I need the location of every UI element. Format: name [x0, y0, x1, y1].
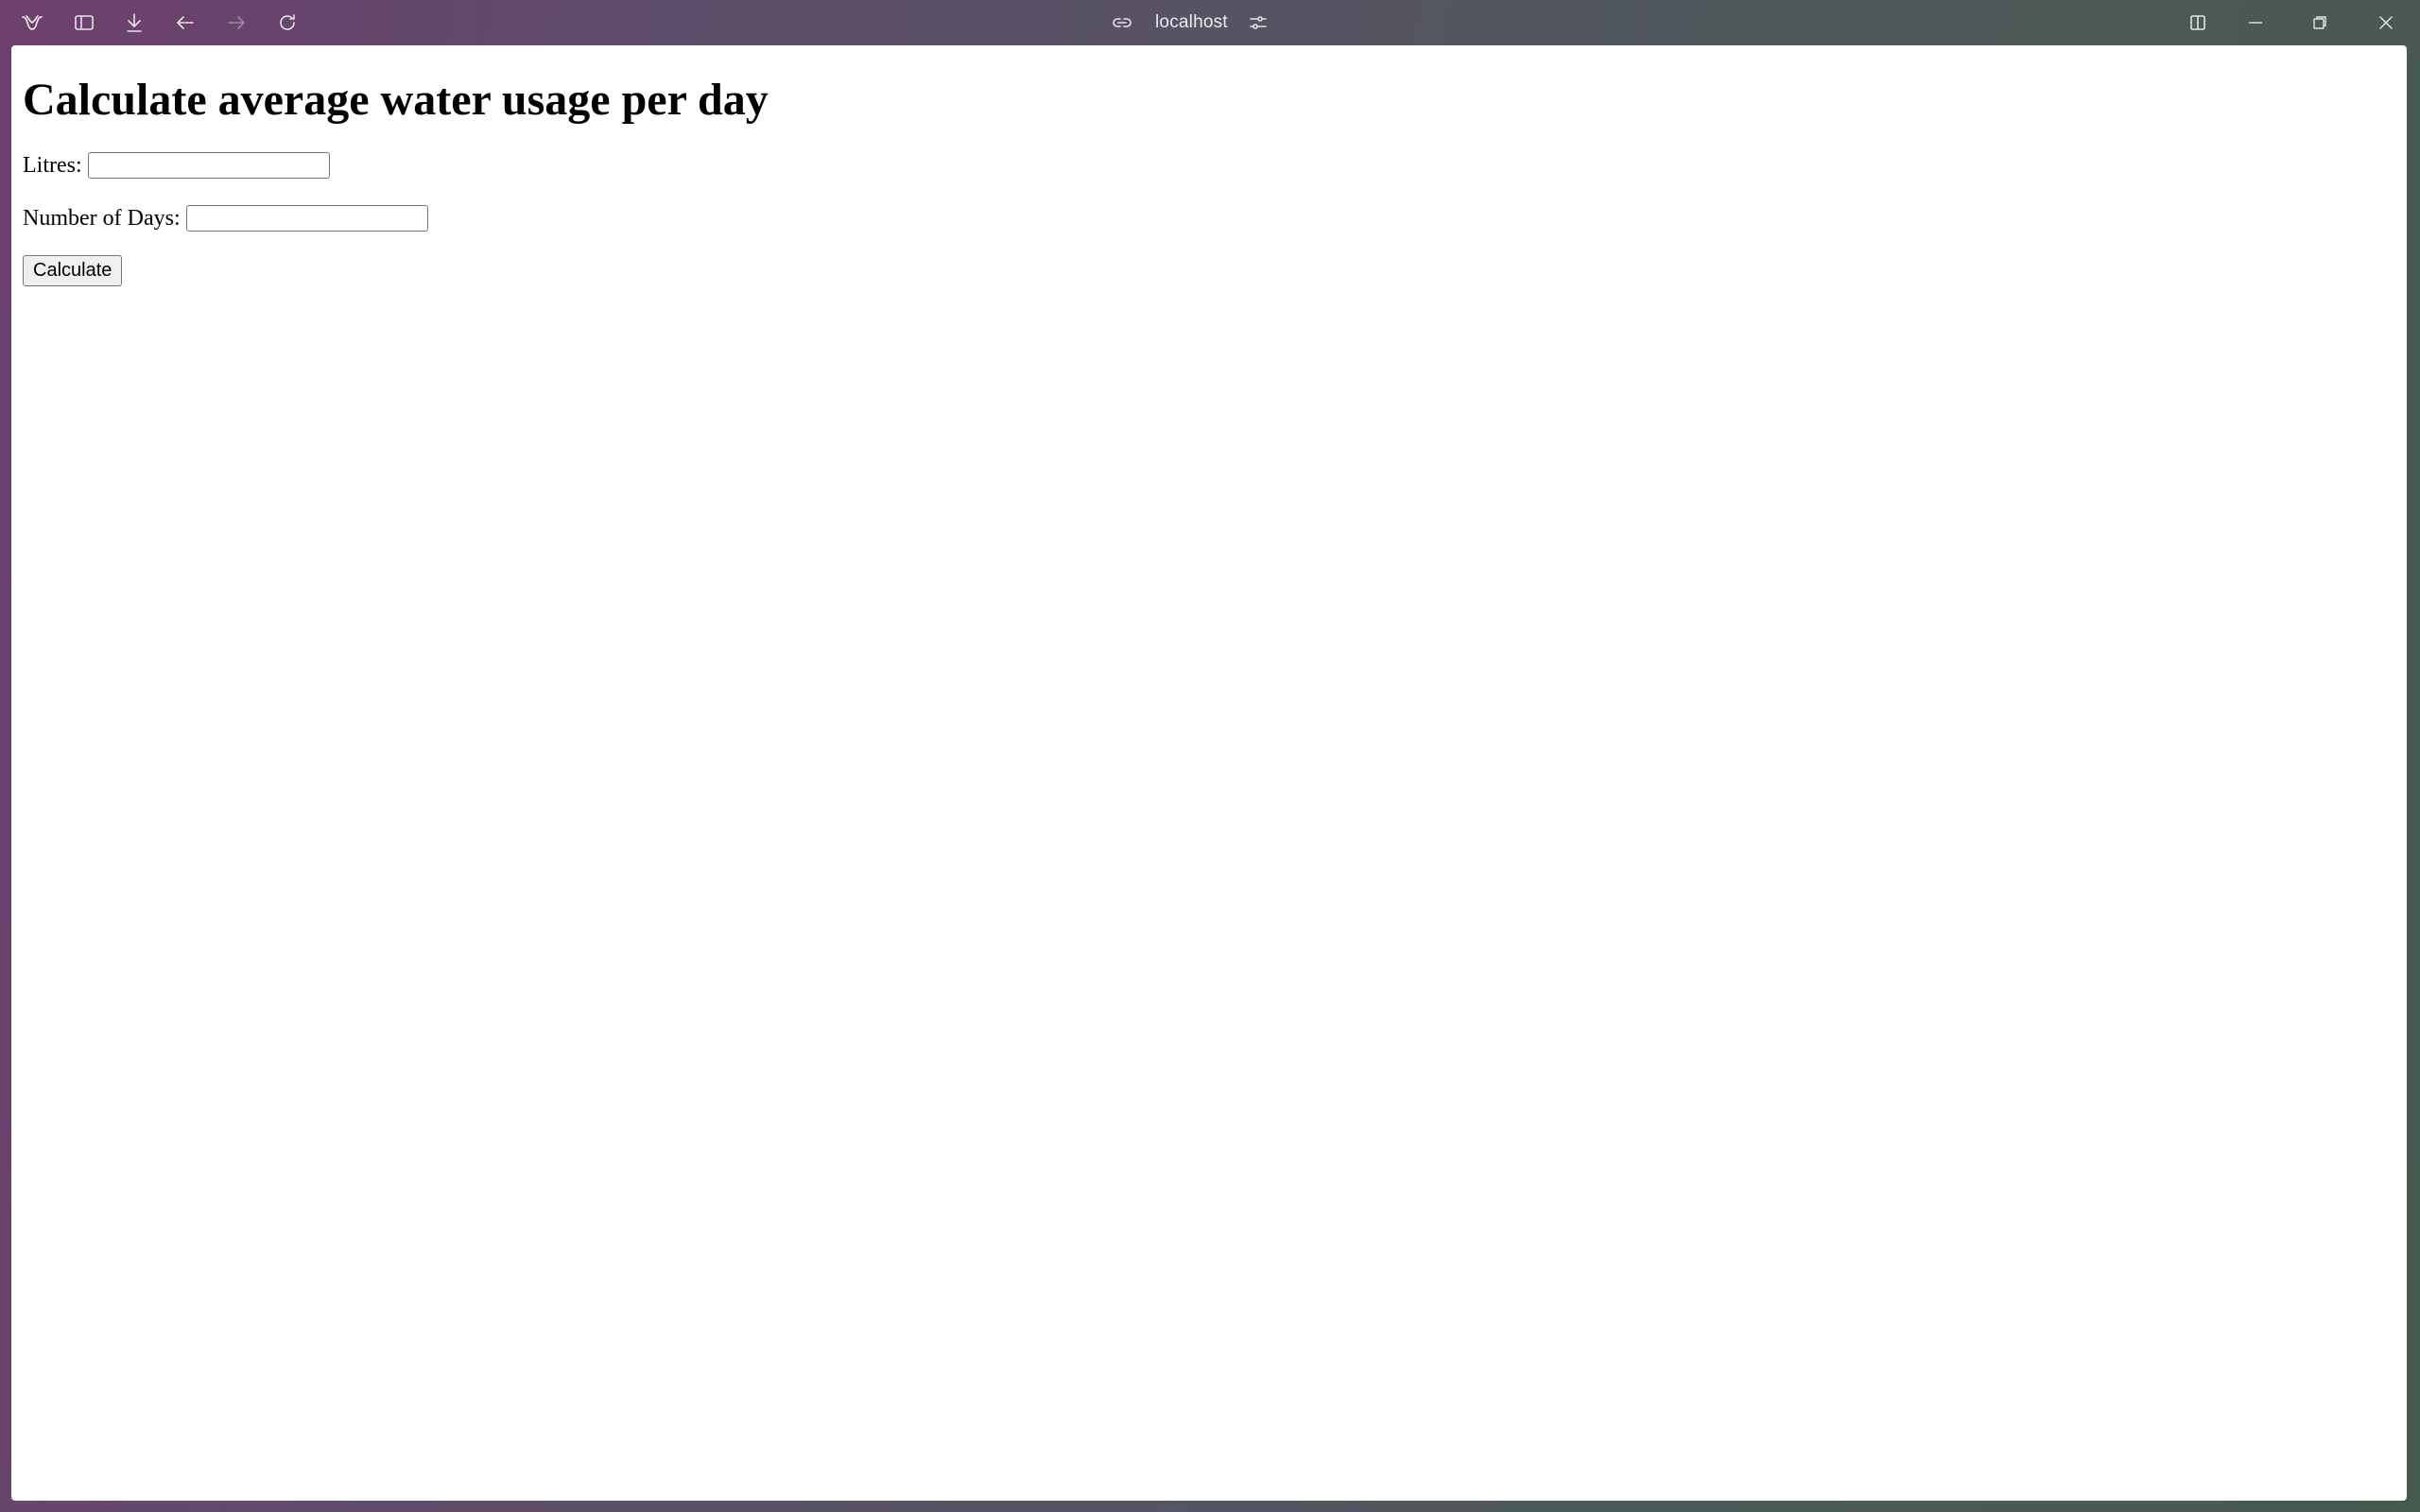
sidebar-toggle-icon[interactable] — [73, 11, 95, 34]
address-text: localhost — [1155, 12, 1228, 32]
litres-input[interactable] — [87, 152, 330, 180]
address-bar[interactable]: localhost — [1155, 0, 1228, 45]
restore-icon[interactable] — [2308, 11, 2331, 34]
litres-label: Litres: — [23, 152, 82, 178]
minimize-icon[interactable] — [2244, 11, 2267, 34]
browser-logo-icon[interactable] — [21, 11, 43, 34]
arrow-left-icon[interactable] — [174, 11, 197, 34]
download-icon[interactable] — [123, 11, 146, 34]
page-viewport: Calculate average water usage per day Li… — [11, 45, 2407, 1501]
days-row: Number of Days: — [23, 201, 2395, 235]
calculate-button[interactable]: Calculate — [23, 255, 123, 287]
split-view-icon[interactable] — [2187, 11, 2209, 34]
link-icon[interactable] — [1111, 11, 1133, 34]
arrow-right-icon[interactable] — [225, 11, 248, 34]
page-content: Calculate average water usage per day Li… — [11, 74, 2407, 287]
browser-titlebar: localhost — [0, 0, 2420, 45]
days-label: Number of Days: — [23, 205, 181, 231]
page-title: Calculate average water usage per day — [23, 75, 769, 125]
reload-icon[interactable] — [276, 11, 299, 34]
days-input[interactable] — [185, 205, 428, 232]
sliders-icon[interactable] — [1247, 11, 1270, 34]
button-row: Calculate — [23, 255, 2395, 287]
close-icon[interactable] — [2375, 11, 2397, 34]
litres-row: Litres: — [23, 148, 2395, 182]
